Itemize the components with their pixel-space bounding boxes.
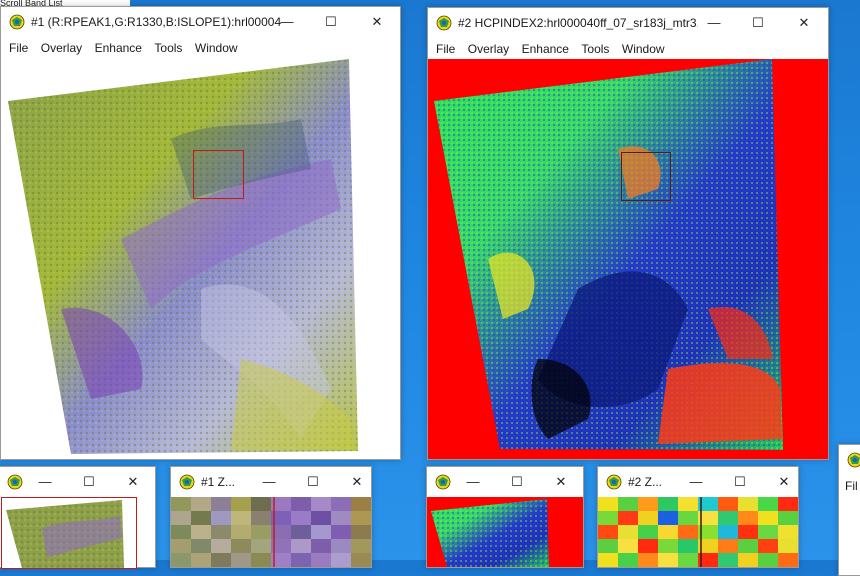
window-scroll-2[interactable]: — ☐ ✕ [426,466,584,568]
menu-enhance[interactable]: Enhance [518,38,573,60]
close-button[interactable]: ✕ [121,472,145,492]
minimize-button[interactable]: — [702,13,726,33]
envi-globe-icon [847,452,860,468]
menu-window[interactable]: Window [191,37,242,59]
window-zoom-2[interactable]: #2 Z... — ☐ ✕ [597,466,799,568]
menu-tools[interactable]: Tools [150,37,186,59]
envi-globe-icon [436,15,452,31]
title-bar[interactable]: #1 Z... — ☐ ✕ [171,467,371,497]
close-button[interactable]: ✕ [365,12,389,32]
menu-file[interactable]: File [5,37,32,59]
maximize-button[interactable]: ☐ [77,472,101,492]
menu-overlay[interactable]: Overlay [37,37,86,59]
title-bar[interactable]: — ☐ ✕ [427,467,583,497]
maximize-button[interactable]: ☐ [319,12,343,32]
envi-globe-icon [606,474,622,490]
menu-file[interactable]: Fil [839,475,860,497]
maximize-button[interactable]: ☐ [301,472,325,492]
hcpindex-image[interactable] [428,59,828,459]
minimize-button[interactable]: — [257,472,281,492]
window-hcpindex[interactable]: #2 HCPINDEX2:hrl000040ff_07_sr183j_mtr3.… [427,7,829,460]
minimize-button[interactable]: — [461,472,485,492]
menu-enhance[interactable]: Enhance [91,37,146,59]
zoom-canvas[interactable] [171,497,371,567]
minimize-button[interactable]: — [275,12,299,32]
rgb-composite-image[interactable] [1,59,400,459]
maximize-button[interactable]: ☐ [728,472,752,492]
menu-tools[interactable]: Tools [577,38,613,60]
title-bar[interactable]: #1 (R:RPEAK1,G:R1330,B:ISLOPE1):hrl00004… [1,7,400,37]
window-title: #1 Z... [201,475,236,489]
window-title: #1 (R:RPEAK1,G:R1330,B:ISLOPE1):hrl00004… [31,15,281,29]
close-button[interactable]: ✕ [792,13,816,33]
envi-globe-icon [9,14,25,30]
window-partial-right[interactable]: Fil [838,444,860,576]
menu-bar: Fil [839,475,860,497]
window-title: #2 Z... [628,475,663,489]
menu-bar: File Overlay Enhance Tools Window [1,37,400,59]
title-bar[interactable]: #2 Z... — ☐ ✕ [598,467,798,497]
minimize-button[interactable]: — [684,472,708,492]
image-canvas[interactable] [428,59,828,459]
close-button[interactable]: ✕ [549,472,573,492]
menu-window[interactable]: Window [618,38,669,60]
window-rgb-composite[interactable]: #1 (R:RPEAK1,G:R1330,B:ISLOPE1):hrl00004… [0,6,401,460]
close-button[interactable]: ✕ [345,472,369,492]
maximize-button[interactable]: ☐ [746,13,770,33]
menu-bar: File Overlay Enhance Tools Window [428,38,828,60]
window-scroll-1[interactable]: — ☐ ✕ [0,466,156,569]
window-zoom-1[interactable]: #1 Z... — ☐ ✕ [170,466,372,568]
title-bar[interactable] [839,445,860,475]
maximize-button[interactable]: ☐ [505,472,529,492]
title-bar[interactable]: — ☐ ✕ [0,467,155,497]
scroll-canvas[interactable] [1,497,137,569]
envi-globe-icon [435,474,451,490]
roi-box[interactable] [193,150,244,199]
menu-file[interactable]: File [432,38,459,60]
title-bar[interactable]: #2 HCPINDEX2:hrl000040ff_07_sr183j_mtr3.… [428,8,828,38]
envi-globe-icon [179,474,195,490]
zoom-canvas[interactable] [598,497,798,567]
window-title: #2 HCPINDEX2:hrl000040ff_07_sr183j_mtr3.… [458,16,698,30]
minimize-button[interactable]: — [33,472,57,492]
scroll-canvas[interactable] [427,497,583,567]
roi-box[interactable] [621,152,671,201]
menu-overlay[interactable]: Overlay [464,38,513,60]
close-button[interactable]: ✕ [772,472,796,492]
envi-globe-icon [7,474,23,490]
image-canvas[interactable] [1,59,400,459]
